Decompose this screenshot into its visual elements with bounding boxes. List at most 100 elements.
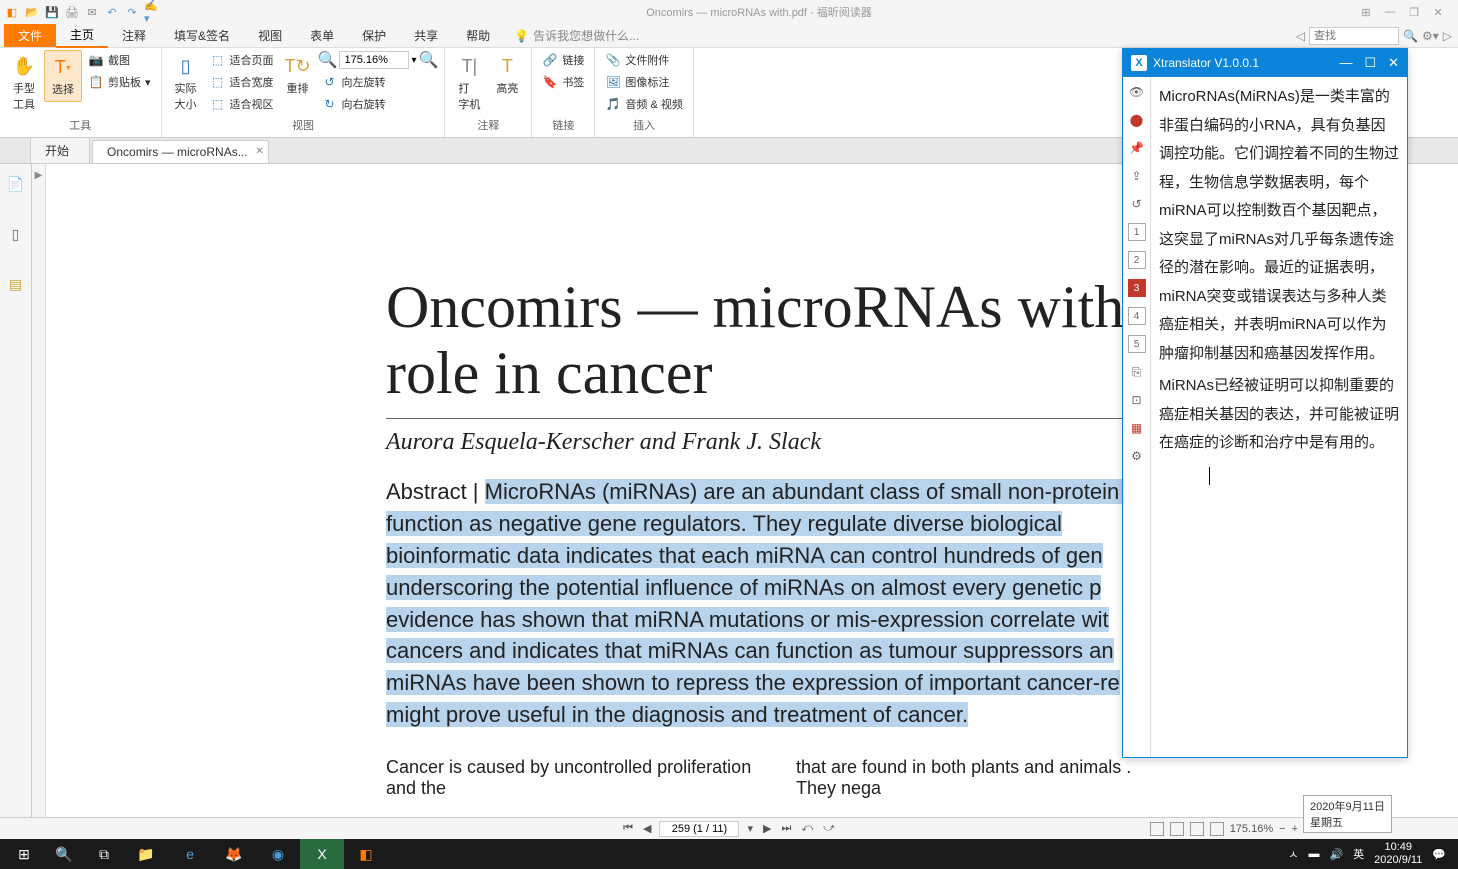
select-tool-button[interactable]: Ꭲ▾选择 [44, 50, 82, 102]
fit-visible-button[interactable]: ⬚适合视区 [206, 94, 278, 114]
xt-tab-4[interactable]: 4 [1128, 307, 1146, 325]
selected-text[interactable]: MicroRNAs (miRNAs) are an abundant class… [386, 479, 1162, 727]
zoom-out-button[interactable]: − [1279, 823, 1285, 835]
facing-view-button[interactable] [1190, 822, 1204, 836]
close-tab-icon[interactable]: ✕ [255, 146, 263, 157]
zoom-in-button[interactable]: + [1292, 823, 1298, 835]
doctab-start[interactable]: 开始 [30, 137, 90, 163]
link-button[interactable]: 🔗链接 [538, 50, 588, 70]
undo-icon[interactable]: ↶ [104, 4, 120, 20]
search-next-icon[interactable]: ▷ [1443, 29, 1452, 43]
search-button[interactable]: 🔍 [44, 839, 84, 869]
xt-maximize-icon[interactable]: ☐ [1364, 55, 1376, 71]
xtranslator-titlebar[interactable]: X Xtranslator V1.0.0.1 ― ☐ ✕ [1123, 49, 1407, 77]
search-prev-icon[interactable]: ◁ [1296, 29, 1305, 43]
fit-page-button[interactable]: ⬚适合页面 [206, 50, 278, 70]
file-attachment-button[interactable]: 📎文件附件 [601, 50, 686, 70]
snapshot-button[interactable]: 📷截图 [84, 50, 155, 70]
xt-toggle-icon[interactable]: ⬤ [1128, 111, 1146, 129]
xt-settings-icon[interactable]: ⚙ [1128, 447, 1146, 465]
tab-comment[interactable]: 注释 [108, 24, 160, 47]
xt-pin-icon[interactable]: 📌 [1128, 139, 1146, 157]
bookmark-button[interactable]: 🔖书签 [538, 72, 588, 92]
settings-icon[interactable]: ⚙▾ [1422, 29, 1439, 43]
zoom-level-display[interactable]: 175.16% [1230, 823, 1273, 835]
open-icon[interactable]: 📂 [24, 4, 40, 20]
prev-page-button[interactable]: ◀ [641, 822, 653, 835]
xtranslator-app-taskbar-icon[interactable]: X [300, 839, 344, 869]
rotate-left-button[interactable]: ↺向左旋转 [318, 72, 439, 92]
foxit-app-icon[interactable]: ◧ [344, 839, 388, 869]
typewriter-button[interactable]: T|打 字机 [451, 50, 487, 116]
email-icon[interactable]: ✉ [84, 4, 100, 20]
rotate-right-button[interactable]: ↻向右旋转 [318, 94, 439, 114]
stamp-icon[interactable]: ✍▾ [144, 4, 160, 20]
xt-history-icon[interactable]: ↺ [1128, 195, 1146, 213]
tab-share[interactable]: 共享 [400, 24, 452, 47]
hand-tool-button[interactable]: ✋手型 工具 [6, 50, 42, 116]
comments-panel-icon[interactable]: ▤ [6, 274, 26, 294]
actual-size-button[interactable]: ▯实际 大小 [168, 50, 204, 116]
continuous-facing-view-button[interactable] [1210, 822, 1224, 836]
zoom-input[interactable] [339, 51, 409, 69]
tab-fillsign[interactable]: 填写&签名 [160, 24, 244, 47]
clock[interactable]: 10:49 2020/9/11 [1374, 841, 1422, 867]
tab-form[interactable]: 表单 [296, 24, 348, 47]
nav-back-button[interactable]: ⤺ [799, 822, 815, 835]
new-page-icon[interactable]: 📄 [6, 174, 26, 194]
zoom-icon[interactable]: 🔍 [318, 50, 338, 70]
start-button[interactable]: ⊞ [4, 839, 44, 869]
volume-icon[interactable]: 🔊 [1329, 848, 1343, 861]
single-page-view-button[interactable] [1150, 822, 1164, 836]
zoom-dropdown-icon[interactable]: ▾ [411, 55, 416, 66]
fit-width-button[interactable]: ⬚适合宽度 [206, 72, 278, 92]
grid-icon[interactable]: ⊞ [1358, 4, 1374, 20]
tray-up-icon[interactable]: ㅅ [1288, 846, 1298, 862]
page-dropdown-icon[interactable]: ▾ [745, 822, 755, 835]
next-page-button[interactable]: ▶ [761, 822, 773, 835]
continuous-view-button[interactable] [1170, 822, 1184, 836]
tab-protect[interactable]: 保护 [348, 24, 400, 47]
xtranslator-output[interactable]: MicroRNAs(MiRNAs)是一类丰富的非蛋白编码的小RNA，具有负基因调… [1151, 77, 1407, 757]
audio-video-button[interactable]: 🎵音频 & 视频 [601, 94, 686, 114]
ime-indicator[interactable]: 英 [1353, 846, 1364, 862]
ie-app-icon[interactable]: e [168, 839, 212, 869]
firefox-app-icon[interactable]: 🦊 [212, 839, 256, 869]
network-icon[interactable]: ▬ [1308, 848, 1319, 860]
xt-tab-3[interactable]: 3 [1128, 279, 1146, 297]
nav-forward-button[interactable]: ⤻ [821, 822, 837, 835]
page-number-input[interactable] [659, 821, 739, 837]
highlight-button[interactable]: T高亮 [489, 50, 525, 100]
explorer-app-icon[interactable]: 📁 [124, 839, 168, 869]
last-page-button[interactable]: ⏭ [779, 822, 793, 835]
xt-tab-2[interactable]: 2 [1128, 251, 1146, 269]
xt-doc-icon[interactable]: ▦ [1128, 419, 1146, 437]
expand-sidebar-button[interactable]: ▶ [32, 164, 46, 817]
search-icon[interactable]: 🔍 [1403, 29, 1418, 43]
first-page-button[interactable]: ⏮ [621, 822, 635, 835]
xt-tab-1[interactable]: 1 [1128, 223, 1146, 241]
find-input[interactable] [1309, 27, 1399, 45]
reflow-button[interactable]: T↻重排 [280, 50, 316, 100]
app-icon-1[interactable]: ◉ [256, 839, 300, 869]
xt-copy-icon[interactable]: ⎘ [1128, 363, 1146, 381]
save-icon[interactable]: 💾 [44, 4, 60, 20]
xtranslator-window[interactable]: X Xtranslator V1.0.0.1 ― ☐ ✕ 👁 ⬤ 📌 ⇪ ↺ 1… [1122, 48, 1408, 758]
clipboard-button[interactable]: 📋剪贴板▾ [84, 72, 155, 92]
close-icon[interactable]: ✕ [1430, 4, 1446, 20]
maximize-icon[interactable]: ❐ [1406, 4, 1422, 20]
doctab-document[interactable]: Oncomirs — microRNAs... ✕ [92, 140, 269, 163]
tellme-search[interactable]: 💡 告诉我您想做什么... [514, 27, 639, 44]
redo-icon[interactable]: ↷ [124, 4, 140, 20]
xt-screenshot-icon[interactable]: ⊡ [1128, 391, 1146, 409]
tab-help[interactable]: 帮助 [452, 24, 504, 47]
tab-view[interactable]: 视图 [244, 24, 296, 47]
print-icon[interactable]: 🖨 [64, 4, 80, 20]
xt-tab-5[interactable]: 5 [1128, 335, 1146, 353]
minimize-icon[interactable]: ― [1382, 4, 1398, 20]
xt-minimize-icon[interactable]: ― [1339, 55, 1352, 71]
pages-panel-icon[interactable]: ▯ [6, 224, 26, 244]
file-tab[interactable]: 文件 [4, 24, 56, 47]
image-annot-button[interactable]: 🖼图像标注 [601, 72, 686, 92]
taskview-button[interactable]: ⧉ [84, 839, 124, 869]
